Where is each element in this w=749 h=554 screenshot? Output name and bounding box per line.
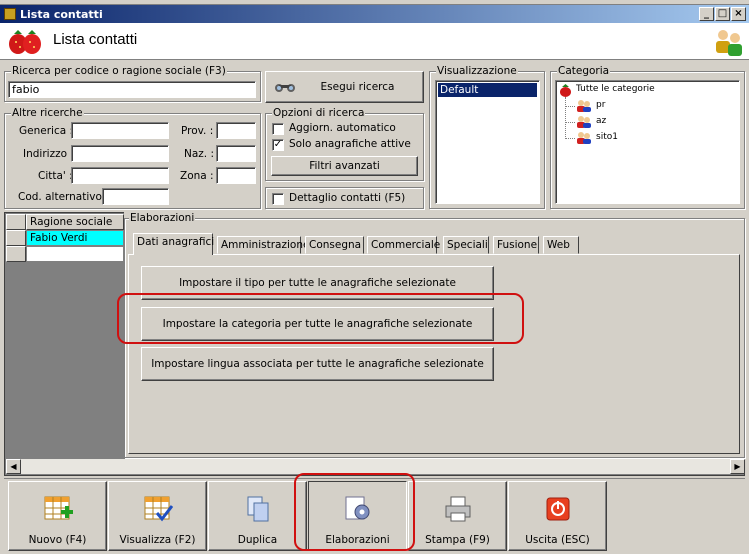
strawberry-icon — [9, 30, 41, 54]
category-tree[interactable]: Tutte le categorie pr az sito1 — [555, 80, 740, 204]
view-list[interactable]: Default — [435, 80, 540, 204]
contact-detail-checkbox[interactable] — [272, 193, 284, 205]
grid-corner — [6, 214, 26, 230]
naz-label: Naz. : — [184, 148, 215, 160]
tree-line — [565, 138, 575, 139]
highlight-ring — [294, 473, 415, 551]
zona-input[interactable] — [216, 167, 256, 184]
close-button[interactable]: × — [731, 7, 746, 21]
indirizzo-label: Indirizzo : — [23, 148, 74, 160]
only-active-label: Solo anagrafiche attive — [289, 138, 411, 150]
group-icon — [577, 132, 591, 144]
app-icon — [4, 8, 16, 20]
title-bar: Lista contatti _ □ × — [0, 5, 749, 23]
tab-consegna[interactable]: Consegna — [305, 236, 364, 254]
grid-column-header[interactable]: Ragione sociale — [26, 214, 124, 230]
exit-label: Uscita (ESC) — [525, 534, 590, 546]
grid-row-header — [6, 246, 26, 262]
category-label: Categoria — [557, 65, 611, 77]
search-input[interactable]: fabio — [8, 81, 256, 98]
auto-update-label: Aggiorn. automatico — [289, 122, 396, 134]
options-label: Opzioni di ricerca — [272, 107, 366, 119]
minimize-button[interactable]: _ — [699, 7, 714, 21]
power-icon — [546, 497, 569, 521]
view-grid-icon — [144, 496, 173, 522]
new-button[interactable]: Nuovo (F4) — [8, 481, 107, 551]
view-label: Visualizzazione — [436, 65, 518, 77]
printer-icon — [445, 496, 470, 522]
tab-web[interactable]: Web — [543, 236, 579, 254]
category-root[interactable]: Tutte le categorie — [576, 84, 655, 94]
tab-commerciale[interactable]: Commerciale — [367, 236, 440, 254]
search-group-label: Ricerca per codice o ragione sociale (F3… — [11, 65, 227, 77]
horizontal-scrollbar[interactable]: ◀ ▶ — [6, 459, 745, 474]
generica-label: Generica : — [19, 125, 74, 137]
duplicate-icon — [247, 496, 268, 522]
new-grid-icon — [44, 496, 73, 520]
auto-update-checkbox[interactable] — [272, 123, 284, 135]
cod-alt-input[interactable] — [102, 188, 169, 205]
processing-label: Elaborazioni — [129, 212, 196, 224]
highlight-ring — [117, 293, 524, 344]
tab-fusione[interactable]: Fusione — [493, 236, 539, 254]
exit-button[interactable]: Uscita (ESC) — [508, 481, 607, 551]
tab-amministrazione[interactable]: Amministrazione — [217, 236, 309, 254]
maximize-button[interactable]: □ — [715, 7, 730, 21]
tab-speciali[interactable]: Speciali — [443, 236, 489, 254]
search-button-label: Esegui ricerca — [320, 81, 395, 93]
scroll-right-icon[interactable]: ▶ — [730, 459, 745, 474]
prov-input[interactable] — [216, 122, 256, 139]
duplicate-label: Duplica — [237, 534, 278, 546]
contact-detail-label: Dettaglio contatti (F5) — [289, 192, 406, 204]
print-label: Stampa (F9) — [425, 534, 490, 546]
tree-line — [565, 97, 566, 139]
citta-label: Citta' : — [38, 170, 73, 182]
view-label-text: Visualizza (F2) — [119, 534, 196, 546]
set-language-button[interactable]: Impostare lingua associata per tutte le … — [141, 347, 494, 381]
naz-input[interactable] — [216, 145, 256, 162]
cod-alt-label: Cod. alternativo : — [18, 191, 109, 203]
strawberry-icon — [560, 84, 571, 97]
other-search-label: Altre ricerche — [11, 107, 84, 119]
group-icon — [577, 100, 591, 112]
group-icon — [577, 116, 591, 128]
view-item[interactable]: Default — [438, 83, 537, 97]
binoculars-icon — [275, 84, 295, 92]
page-header: Lista contatti — [0, 23, 749, 60]
only-active-checkbox[interactable]: ✓ — [272, 139, 284, 151]
page-title: Lista contatti — [53, 31, 138, 48]
prov-label: Prov. : — [181, 125, 214, 137]
zona-label: Zona : — [180, 170, 214, 182]
category-item[interactable]: sito1 — [596, 132, 618, 142]
search-button[interactable]: Esegui ricerca — [265, 71, 424, 103]
window-title: Lista contatti — [20, 7, 103, 21]
grid-row-header — [6, 230, 26, 246]
indirizzo-input[interactable] — [71, 145, 169, 162]
tab-dati-anagrafici[interactable]: Dati anagrafici — [133, 233, 214, 255]
duplicate-button[interactable]: Duplica — [208, 481, 307, 551]
print-button[interactable]: Stampa (F9) — [408, 481, 507, 551]
citta-input[interactable] — [71, 167, 169, 184]
category-item[interactable]: pr — [596, 100, 605, 110]
table-row[interactable] — [26, 246, 124, 262]
table-row[interactable]: Fabio Verdi — [26, 230, 124, 246]
tree-line — [565, 122, 575, 123]
generica-input[interactable] — [71, 122, 169, 139]
advanced-filters-button[interactable]: Filtri avanzati — [271, 156, 418, 176]
contacts-icon — [716, 30, 742, 56]
view-button[interactable]: Visualizza (F2) — [108, 481, 207, 551]
category-item[interactable]: az — [596, 116, 606, 126]
scroll-left-icon[interactable]: ◀ — [6, 459, 21, 474]
new-label: Nuovo (F4) — [28, 534, 87, 546]
tree-line — [565, 106, 575, 107]
